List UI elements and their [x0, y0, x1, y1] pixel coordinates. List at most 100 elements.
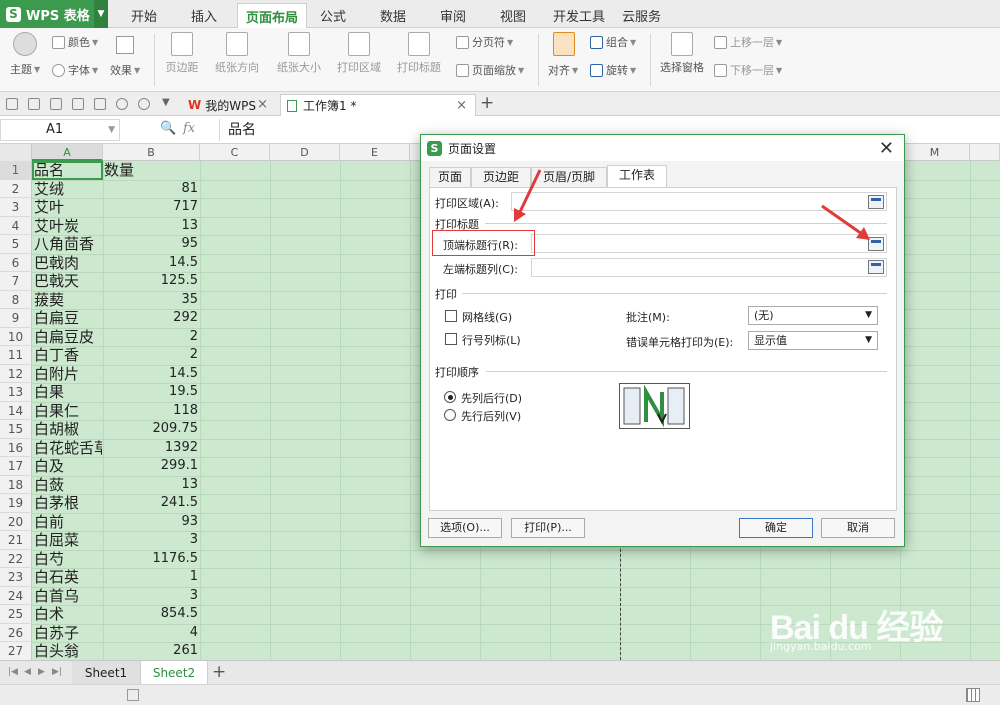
cell-quantity[interactable]: 125.5: [104, 272, 198, 291]
zoom-search-icon[interactable]: 🔍: [160, 121, 176, 136]
row-header[interactable]: 16: [0, 438, 32, 457]
row-header[interactable]: 22: [0, 549, 32, 568]
cell-quantity[interactable]: 261: [104, 642, 198, 660]
row-header[interactable]: 24: [0, 586, 32, 605]
cell-quantity[interactable]: 1392: [104, 439, 198, 458]
sheet-tab-sheet2[interactable]: Sheet2: [140, 661, 208, 685]
cell-quantity[interactable]: 299.1: [104, 457, 198, 476]
row-header[interactable]: 3: [0, 198, 32, 217]
chevron-down-icon[interactable]: ▼: [162, 97, 170, 108]
paper-size-button[interactable]: 纸张大小: [274, 32, 324, 75]
cell-name[interactable]: 白前: [34, 513, 102, 532]
cell-name[interactable]: 菝葜: [34, 291, 102, 310]
menu-tab-developer[interactable]: 开发工具: [553, 6, 605, 25]
cell-quantity[interactable]: 1176.5: [104, 550, 199, 569]
close-icon[interactable]: ✕: [879, 138, 894, 159]
column-header-c[interactable]: C: [200, 144, 270, 161]
comments-select[interactable]: (无) ▼: [748, 306, 878, 325]
cell-name[interactable]: 巴戟天: [34, 272, 102, 291]
cell-name[interactable]: 艾绒: [34, 180, 102, 199]
row-header[interactable]: 25: [0, 605, 32, 624]
menu-tab-data[interactable]: 数据: [380, 6, 406, 25]
row-header[interactable]: 27: [0, 642, 32, 660]
effects-dropdown[interactable]: 效果 ▼: [110, 62, 140, 78]
select-all-corner[interactable]: [0, 144, 32, 161]
menu-tab-cloud[interactable]: 云服务: [622, 6, 661, 25]
cell-name[interactable]: 白果: [34, 383, 102, 402]
row-header[interactable]: 8: [0, 290, 32, 309]
export-pdf-icon[interactable]: [72, 98, 84, 110]
cell-name[interactable]: 白花蛇舌草: [34, 439, 102, 458]
cell-name[interactable]: 白扁豆: [34, 309, 102, 328]
print-button[interactable]: 打印(P)...: [511, 518, 585, 538]
row-header[interactable]: 11: [0, 346, 32, 365]
cell-quantity[interactable]: 13: [104, 217, 198, 236]
cancel-button[interactable]: 取消: [821, 518, 895, 538]
row-header[interactable]: 9: [0, 309, 32, 328]
print-preview-icon[interactable]: [94, 98, 106, 110]
row-header[interactable]: 13: [0, 383, 32, 402]
bring-forward-dropdown[interactable]: 上移一层 ▼: [714, 34, 782, 50]
menu-tab-insert[interactable]: 插入: [191, 6, 217, 25]
cell-name[interactable]: 白茅根: [34, 494, 102, 513]
cell-quantity[interactable]: 209.75: [104, 420, 199, 439]
cell-quantity[interactable]: 14.5: [104, 254, 198, 273]
cell-name[interactable]: 白石英: [34, 568, 102, 587]
app-logo-button[interactable]: S WPS 表格 ▼: [0, 0, 108, 28]
column-header-e[interactable]: E: [340, 144, 410, 161]
chevron-down-icon[interactable]: ▼: [94, 0, 108, 28]
row-header[interactable]: 19: [0, 494, 32, 513]
cell-quantity[interactable]: 854.5: [104, 605, 198, 624]
next-sheet-icon[interactable]: ▶: [38, 667, 45, 677]
row-header[interactable]: 14: [0, 401, 32, 420]
cell-name[interactable]: 白附片: [34, 365, 102, 384]
sheet-tab-sheet1[interactable]: Sheet1: [72, 661, 140, 685]
align-button[interactable]: [546, 32, 582, 59]
row-col-headers-checkbox[interactable]: [445, 333, 457, 345]
colors-dropdown[interactable]: 颜色 ▼: [52, 34, 98, 50]
options-button[interactable]: 选项(O)...: [428, 518, 502, 538]
cell-name[interactable]: 白屈菜: [34, 531, 102, 550]
doc-tab-workbook[interactable]: 工作簿1 * ×: [280, 94, 476, 116]
tab-page[interactable]: 页面: [429, 167, 471, 187]
theme-dropdown[interactable]: 主题 ▼: [10, 61, 40, 77]
close-icon[interactable]: ×: [456, 98, 467, 113]
close-icon[interactable]: ×: [257, 97, 268, 112]
tab-margins[interactable]: 页边距: [471, 167, 531, 187]
row-header[interactable]: 23: [0, 568, 32, 587]
row-header[interactable]: 12: [0, 364, 32, 383]
cell-name[interactable]: 白首乌: [34, 587, 102, 606]
row-header[interactable]: 6: [0, 253, 32, 272]
selection-pane-button[interactable]: 选择窗格: [658, 32, 706, 75]
row-header[interactable]: 18: [0, 475, 32, 494]
over-then-down-radio[interactable]: [444, 409, 456, 421]
print-titles-button[interactable]: 打印标题: [394, 32, 444, 75]
cell-quantity[interactable]: 35: [104, 291, 198, 310]
cell-quantity[interactable]: 3: [104, 531, 198, 550]
macro-record-icon[interactable]: [127, 689, 139, 701]
row-header[interactable]: 1: [0, 161, 32, 180]
normal-view-icon[interactable]: [966, 688, 980, 702]
range-picker-icon[interactable]: [868, 237, 884, 251]
row-header[interactable]: 17: [0, 457, 32, 476]
row-header[interactable]: 20: [0, 512, 32, 531]
cell-quantity[interactable]: 717: [104, 198, 198, 217]
cell-name[interactable]: 白胡椒: [34, 420, 102, 439]
cell-quantity[interactable]: 4: [104, 624, 198, 643]
cell-quantity[interactable]: 14.5: [104, 365, 198, 384]
rotate-dropdown[interactable]: 旋转 ▼: [590, 62, 636, 78]
group-dropdown[interactable]: 组合 ▼: [590, 34, 636, 50]
orientation-button[interactable]: 纸张方向: [208, 32, 266, 75]
send-backward-dropdown[interactable]: 下移一层 ▼: [714, 62, 782, 78]
tab-sheet[interactable]: 工作表: [607, 165, 667, 188]
cell-quantity[interactable]: 95: [104, 235, 198, 254]
doc-tab-my-wps[interactable]: W 我的WPS ×: [182, 94, 276, 116]
left-cols-input[interactable]: [531, 258, 887, 277]
row-header[interactable]: 2: [0, 179, 32, 198]
cell-quantity[interactable]: 2: [104, 328, 198, 347]
row-header[interactable]: 5: [0, 235, 32, 254]
row-header[interactable]: 10: [0, 327, 32, 346]
cell-name[interactable]: 白蔹: [34, 476, 102, 495]
row-header[interactable]: 4: [0, 216, 32, 235]
row-header[interactable]: 15: [0, 420, 32, 439]
